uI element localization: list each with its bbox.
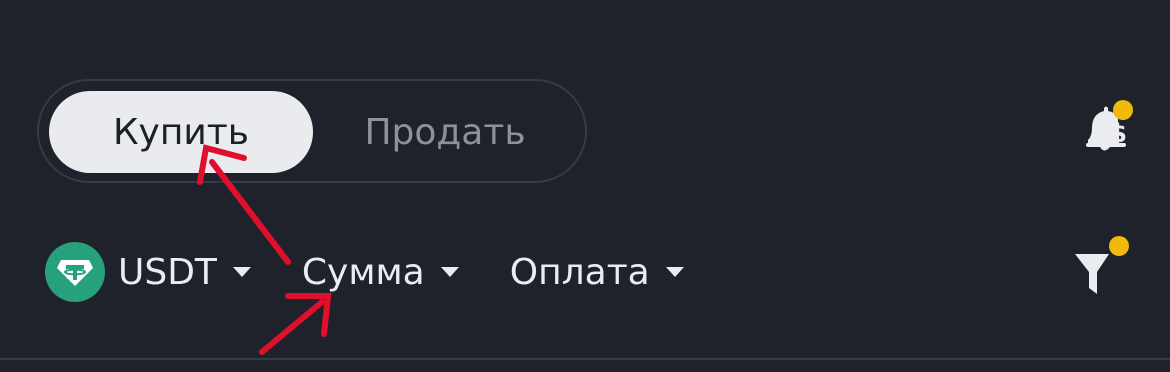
arrow-line-to-amount bbox=[259, 299, 325, 355]
chevron-down-icon bbox=[665, 267, 684, 277]
funnel-icon[interactable] bbox=[1072, 236, 1129, 298]
tether-icon bbox=[45, 242, 105, 302]
tab-buy[interactable]: Купить bbox=[49, 91, 313, 173]
notification-badge bbox=[1113, 100, 1133, 120]
divider bbox=[0, 358, 1170, 360]
amount-label: Сумма bbox=[301, 251, 425, 293]
filter-bar: USDT Сумма Оплата bbox=[45, 240, 684, 304]
chevron-down-icon bbox=[232, 267, 251, 277]
amount-filter[interactable]: Сумма bbox=[302, 252, 459, 293]
filter-badge bbox=[1109, 236, 1129, 256]
buy-sell-toggle: Купить Продать bbox=[37, 79, 587, 183]
bell-dollar-icon[interactable]: $ bbox=[1080, 100, 1136, 162]
tab-sell[interactable]: Продать bbox=[313, 91, 577, 173]
svg-text:$: $ bbox=[1109, 119, 1127, 149]
payment-filter[interactable]: Оплата bbox=[510, 252, 684, 293]
annotation-arrows bbox=[197, 144, 332, 355]
token-label: USDT bbox=[118, 251, 217, 293]
token-filter[interactable]: USDT bbox=[45, 242, 251, 302]
payment-label: Оплата bbox=[509, 251, 650, 293]
chevron-down-icon bbox=[440, 267, 459, 277]
